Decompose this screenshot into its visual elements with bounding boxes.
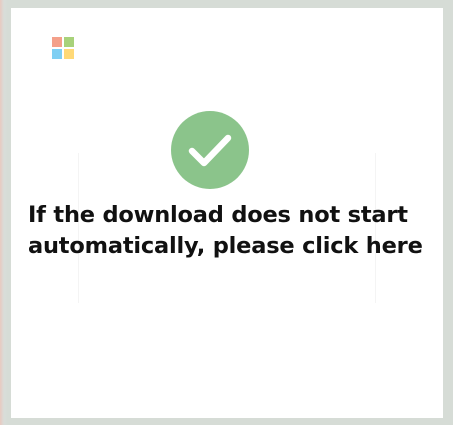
checkmark-icon: [171, 111, 249, 189]
logo-blue-square: [52, 49, 62, 59]
checkmark-circle-icon: [171, 111, 249, 189]
download-panel: If the download does not start automatic…: [11, 8, 443, 418]
windows-logo-icon: [52, 37, 74, 59]
logo-red-square: [52, 37, 62, 47]
logo-green-square: [64, 37, 74, 47]
logo-yellow-square: [64, 49, 74, 59]
download-link-message[interactable]: If the download does not start automatic…: [28, 200, 433, 262]
